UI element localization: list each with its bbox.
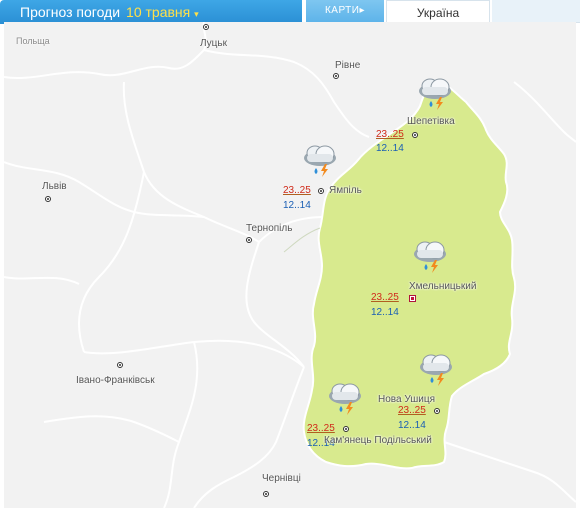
cloud-rain-thunder-icon xyxy=(420,354,452,386)
day-temperature-khmelnytskyi: 23..25 xyxy=(371,292,399,303)
maps-tab-label: КАРТИ xyxy=(324,5,360,16)
cloud-rain-thunder-icon xyxy=(329,383,361,415)
city-label-lutsk: Луцьк xyxy=(200,38,227,49)
city-marker-lutsk[interactable] xyxy=(203,24,209,30)
city-marker-yampil[interactable] xyxy=(318,188,324,194)
country-label-poland: Польща xyxy=(16,36,50,46)
tab-bar-filler xyxy=(492,0,580,23)
forecast-point-label-nova-ushytsia: Нова Ушиця xyxy=(378,394,435,405)
city-marker-ternopil[interactable] xyxy=(246,237,252,243)
chevron-down-icon[interactable]: ▾ xyxy=(194,9,199,19)
night-temperature-khmelnytskyi: 12..14 xyxy=(371,307,399,318)
forecast-point-label-shepetivka: Шепетівка xyxy=(407,116,455,127)
cloud-rain-thunder-icon xyxy=(419,78,451,110)
date-selector[interactable]: 10 травня xyxy=(126,4,190,20)
region-tab-label: Україна xyxy=(416,6,460,20)
city-marker-shepetivka[interactable] xyxy=(412,132,418,138)
forecast-point-label-khmelnytskyi: Хмельницький xyxy=(409,281,477,292)
map-area[interactable]: Польща Луцьк Рівне Львів Тернопіль Івано… xyxy=(4,22,576,508)
night-temperature-shepetivka: 12..14 xyxy=(376,143,404,154)
cloud-rain-thunder-icon xyxy=(304,145,336,177)
city-marker-khmelnytskyi[interactable] xyxy=(409,295,416,302)
day-temperature-kamianets-podilskyi: 23..25 xyxy=(307,423,335,434)
day-temperature-shepetivka: 23..25 xyxy=(376,129,404,140)
city-label-lviv: Львів xyxy=(42,181,67,192)
chevron-right-icon: ▸ xyxy=(359,5,366,16)
city-marker-lviv[interactable] xyxy=(45,196,51,202)
day-temperature-nova-ushytsia: 23..25 xyxy=(398,405,426,416)
city-marker-kamianets-podilskyi[interactable] xyxy=(343,426,349,432)
city-label-ivano-frankivsk: Івано-Франківськ xyxy=(76,375,155,386)
night-temperature-yampil: 12..14 xyxy=(283,200,311,211)
city-label-ternopil: Тернопіль xyxy=(246,223,293,234)
city-marker-nova-ushytsia[interactable] xyxy=(434,408,440,414)
maps-tab[interactable]: КАРТИ▸ xyxy=(306,0,384,24)
forecast-point-label-yampil: Ямпіль xyxy=(329,185,362,196)
city-marker-chernivtsi[interactable] xyxy=(263,491,269,497)
day-temperature-yampil: 23..25 xyxy=(283,185,311,196)
cloud-rain-thunder-icon xyxy=(414,241,446,273)
city-label-rivne: Рівне xyxy=(335,60,361,71)
city-label-chernivtsi: Чернівці xyxy=(262,473,301,484)
forecast-title: Прогноз погоди xyxy=(20,4,121,20)
city-marker-ivano-frankivsk[interactable] xyxy=(117,362,123,368)
map-canvas xyxy=(4,22,576,508)
city-marker-rivne[interactable] xyxy=(333,73,339,79)
forecast-point-label-kamianets-podilskyi: Кам'янець Подільський xyxy=(324,435,432,446)
night-temperature-nova-ushytsia: 12..14 xyxy=(398,420,426,431)
forecast-title-tab: Прогноз погоди 10 травня ▾ xyxy=(0,0,302,24)
